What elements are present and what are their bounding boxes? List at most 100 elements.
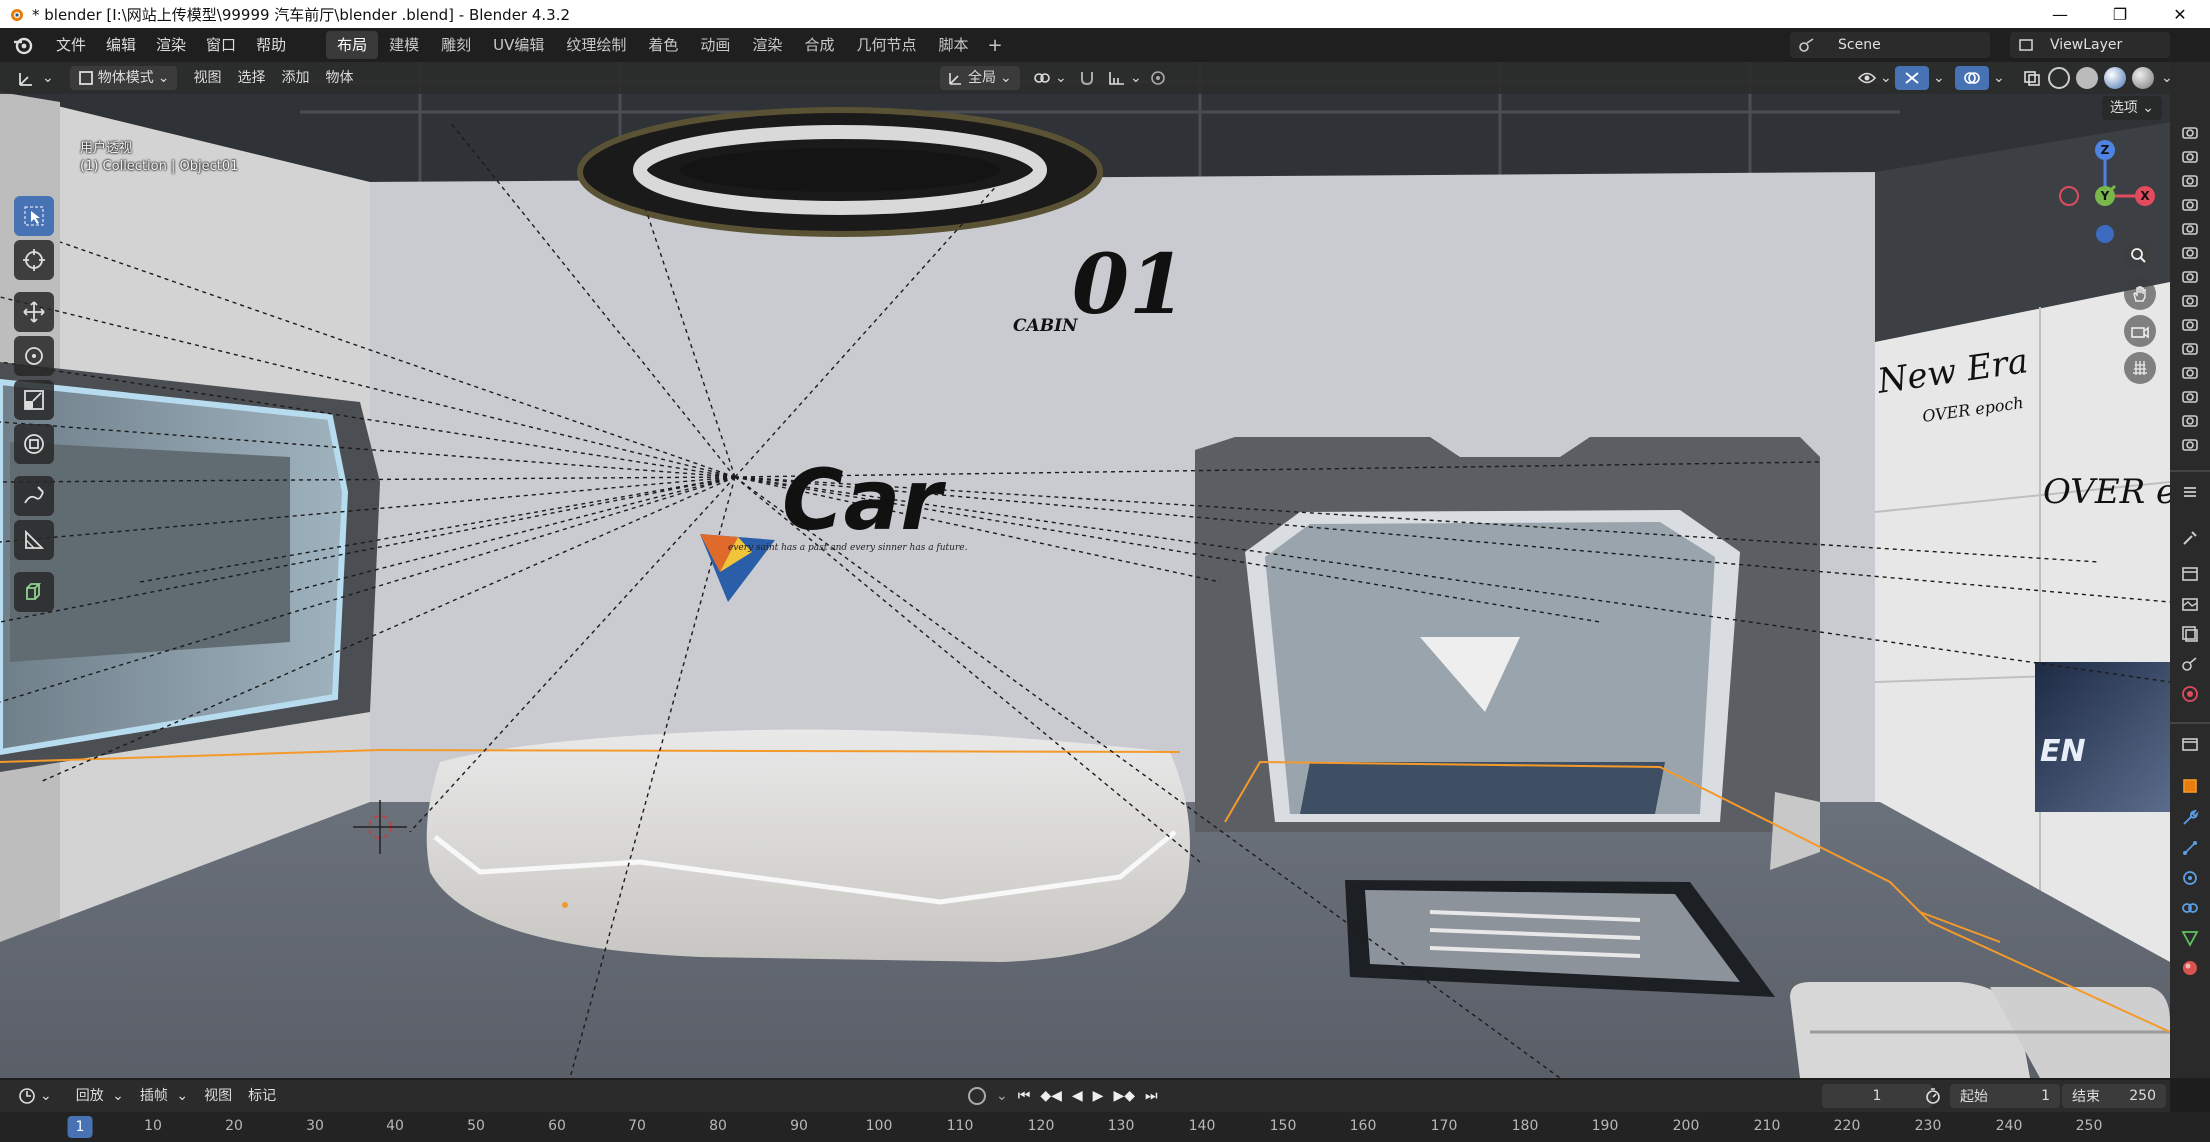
play-icon[interactable]: ▶: [1093, 1088, 1104, 1104]
blender-logo-icon[interactable]: [12, 34, 34, 56]
scene-icon[interactable]: [2180, 654, 2200, 674]
scene-selector[interactable]: Scene: [1790, 32, 1990, 58]
end-frame-field[interactable]: 结束 250: [2062, 1084, 2166, 1108]
minimize-button[interactable]: —: [2030, 0, 2090, 28]
visibility-selector[interactable]: ⌄: [1850, 66, 1900, 90]
menu-help[interactable]: 帮助: [246, 28, 296, 62]
collection-icon[interactable]: [2180, 734, 2200, 754]
play-reverse-icon[interactable]: ◀: [1072, 1088, 1083, 1104]
tab-texture-paint[interactable]: 纹理绘制: [555, 31, 637, 59]
timeline-editor-type[interactable]: ⌄: [10, 1084, 60, 1108]
snap-toggle[interactable]: [1070, 66, 1104, 90]
camera-icon[interactable]: [2180, 338, 2200, 358]
material-shading-icon[interactable]: [2104, 67, 2126, 89]
material-icon[interactable]: [2180, 958, 2200, 978]
menu-select[interactable]: 选择: [229, 66, 273, 90]
physics-icon[interactable]: [2180, 868, 2200, 888]
menu-keying[interactable]: 插帧 ⌄: [132, 1084, 196, 1108]
menu-marker[interactable]: 标记: [240, 1084, 284, 1108]
tab-uv-editing[interactable]: UV编辑: [482, 31, 555, 59]
current-frame-field[interactable]: 1: [1822, 1084, 1932, 1108]
menu-edit[interactable]: 编辑: [96, 28, 146, 62]
overlays-options[interactable]: ⌄: [1985, 66, 2013, 90]
3d-viewport[interactable]: CABIN 01 Car every saint has a past and …: [0, 62, 2170, 1078]
camera-icon[interactable]: [2180, 170, 2200, 190]
tool-settings-icon[interactable]: [2180, 482, 2200, 502]
camera-icon[interactable]: [2180, 194, 2200, 214]
tab-geometry-nodes[interactable]: 几何节点: [845, 31, 927, 59]
object-icon[interactable]: [2180, 776, 2200, 796]
pivot-selector[interactable]: ⌄: [1025, 66, 1075, 90]
tab-layout[interactable]: 布局: [326, 31, 379, 59]
tool-transform[interactable]: [14, 424, 54, 464]
camera-icon[interactable]: [2180, 266, 2200, 286]
tool-cursor[interactable]: [14, 240, 54, 280]
camera-icon[interactable]: [2180, 218, 2200, 238]
jump-end-icon[interactable]: ⏭: [1145, 1088, 1158, 1104]
menu-view[interactable]: 视图: [185, 66, 229, 90]
modifier-wrench-icon[interactable]: [2180, 808, 2200, 828]
camera-icon[interactable]: [2180, 434, 2200, 454]
stopwatch-icon[interactable]: [1924, 1087, 1942, 1105]
view-layer-selector[interactable]: ViewLayer: [2010, 32, 2170, 58]
constraints-icon[interactable]: [2180, 898, 2200, 918]
tab-scripting[interactable]: 脚本: [927, 31, 979, 59]
playhead-frame[interactable]: 1: [67, 1116, 93, 1138]
menu-timeline-view[interactable]: 视图: [196, 1084, 240, 1108]
tool-add-cube[interactable]: [14, 572, 54, 612]
timeline-ruler[interactable]: 1 10 20 30 40 50 60 70 80 90 100 110 120…: [0, 1112, 2210, 1142]
menu-add[interactable]: 添加: [273, 66, 317, 90]
tab-modeling[interactable]: 建模: [378, 31, 430, 59]
chevron-down-icon[interactable]: ⌄: [996, 1088, 1008, 1104]
camera-icon[interactable]: [2180, 122, 2200, 142]
world-icon[interactable]: [2180, 684, 2200, 704]
pan-button[interactable]: [2124, 278, 2156, 310]
menu-window[interactable]: 窗口: [196, 28, 246, 62]
proportional-edit-toggle[interactable]: [1142, 66, 1174, 90]
camera-view-button[interactable]: [2124, 315, 2156, 347]
add-workspace-button[interactable]: +: [979, 35, 1010, 56]
gizmo-z-axis[interactable]: Z: [2095, 140, 2115, 160]
gizmo-x-axis[interactable]: X: [2135, 186, 2155, 206]
tab-shading[interactable]: 着色: [637, 31, 689, 59]
camera-icon[interactable]: [2180, 362, 2200, 382]
mesh-data-icon[interactable]: [2180, 928, 2200, 948]
wrench-screwdriver-icon[interactable]: [2180, 528, 2200, 548]
camera-icon[interactable]: [2180, 146, 2200, 166]
tool-annotate[interactable]: [14, 476, 54, 516]
tab-rendering[interactable]: 渲染: [741, 31, 793, 59]
options-dropdown[interactable]: 选项 ⌄: [2101, 96, 2162, 120]
tool-measure[interactable]: [14, 520, 54, 560]
menu-render[interactable]: 渲染: [146, 28, 196, 62]
rendered-shading-icon[interactable]: [2132, 67, 2154, 89]
xray-toggle[interactable]: [2015, 66, 2049, 90]
particles-icon[interactable]: [2180, 838, 2200, 858]
start-frame-field[interactable]: 起始 1: [1950, 1084, 2060, 1108]
tab-animation[interactable]: 动画: [689, 31, 741, 59]
solid-shading-icon[interactable]: [2076, 67, 2098, 89]
jump-start-icon[interactable]: ⏮: [1018, 1088, 1031, 1104]
gizmo-y-axis[interactable]: Y: [2095, 186, 2115, 206]
tool-scale[interactable]: [14, 380, 54, 420]
close-button[interactable]: ✕: [2150, 0, 2210, 28]
camera-icon[interactable]: [2180, 410, 2200, 430]
menu-playback[interactable]: 回放 ⌄: [68, 1084, 132, 1108]
output-icon[interactable]: [2180, 594, 2200, 614]
gizmo-toggle[interactable]: [1895, 66, 1929, 90]
camera-icon[interactable]: [2180, 386, 2200, 406]
camera-icon[interactable]: [2180, 314, 2200, 334]
tool-move[interactable]: [14, 292, 54, 332]
camera-icon[interactable]: [2180, 290, 2200, 310]
tool-select-box[interactable]: [14, 196, 54, 236]
menu-object[interactable]: 物体: [317, 66, 361, 90]
navigation-gizmo[interactable]: Z Y X: [2055, 134, 2155, 244]
wireframe-shading-icon[interactable]: [2048, 67, 2070, 89]
tab-sculpting[interactable]: 雕刻: [430, 31, 482, 59]
maximize-button[interactable]: ❐: [2090, 0, 2150, 28]
view-layer-icon[interactable]: [2180, 624, 2200, 644]
transform-orientation[interactable]: 全局 ⌄: [940, 66, 1020, 90]
editor-type-button[interactable]: ⌄: [10, 66, 62, 90]
next-keyframe-icon[interactable]: ▶◆: [1113, 1088, 1135, 1104]
camera-icon[interactable]: [2180, 242, 2200, 262]
ortho-toggle-button[interactable]: [2124, 352, 2156, 384]
